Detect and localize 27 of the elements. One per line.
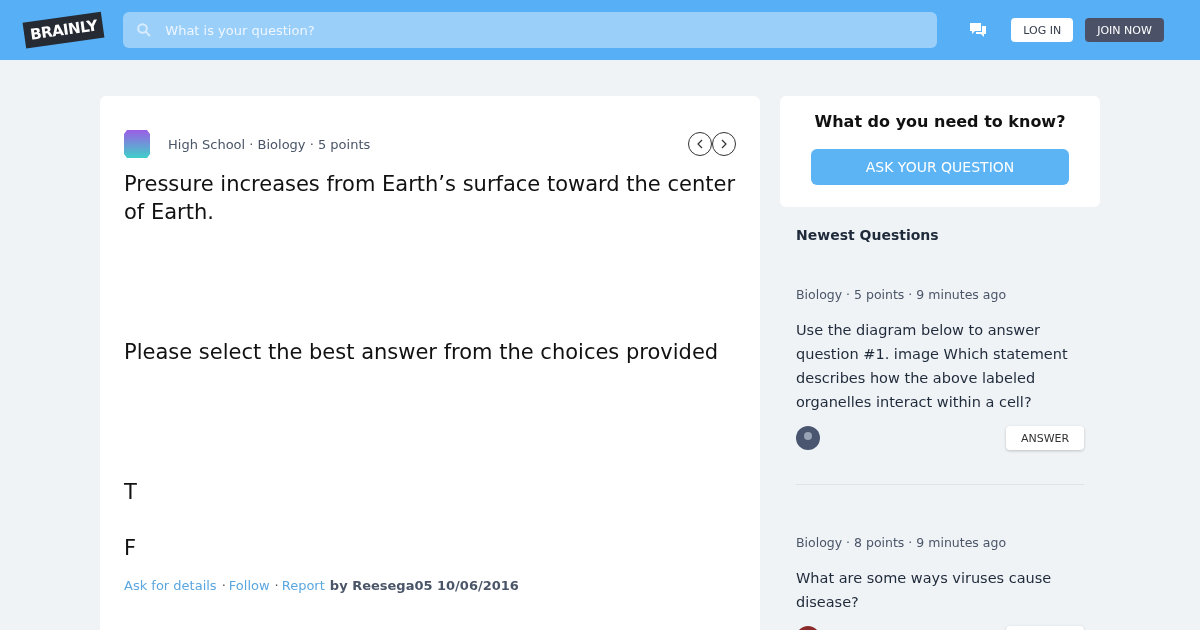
login-button[interactable]: LOG IN — [1011, 18, 1074, 42]
separator: · — [274, 578, 279, 593]
previous-button[interactable] — [688, 132, 712, 156]
question-meta: Biology · 8 points · 9 minutes ago — [796, 535, 1008, 550]
chevron-right-icon — [720, 139, 728, 149]
subject-icon — [124, 128, 150, 160]
search-field[interactable]: What is your question? — [163, 21, 924, 39]
section-title: Newest Questions — [796, 227, 940, 243]
question-text: T — [124, 479, 138, 506]
question-text: Please select the best answer from the choices provided — [124, 339, 720, 366]
question-link[interactable]: Use the diagram below to answer question #1. image Which statement describes how the above labeled organelles interact within a cell? — [796, 318, 1084, 414]
search-icon — [137, 23, 152, 37]
avatar — [796, 426, 820, 450]
search-field[interactable]: What is your question? — [123, 12, 938, 48]
next-button[interactable] — [712, 132, 736, 156]
answer-button[interactable]: ANSWER — [1006, 426, 1084, 450]
author-info: by Reesega05 10/06/2016 — [329, 578, 519, 593]
question-meta: Biology · 5 points · 9 minutes ago — [796, 287, 1008, 302]
question-link[interactable]: What are some ways viruses cause disease? — [796, 566, 1084, 614]
question-text: F — [124, 535, 138, 562]
question-meta: High School · Biology · 5 points — [168, 136, 371, 152]
question-text: Pressure increases from Earth’s surface toward the center of Earth. — [124, 171, 736, 226]
separator: · — [221, 578, 226, 593]
ask-title: What do you need to know? — [813, 112, 1067, 131]
chevron-left-icon — [696, 139, 704, 149]
logo[interactable]: BRAINLY — [22, 11, 105, 49]
join-button[interactable]: JOIN NOW — [1085, 18, 1164, 42]
